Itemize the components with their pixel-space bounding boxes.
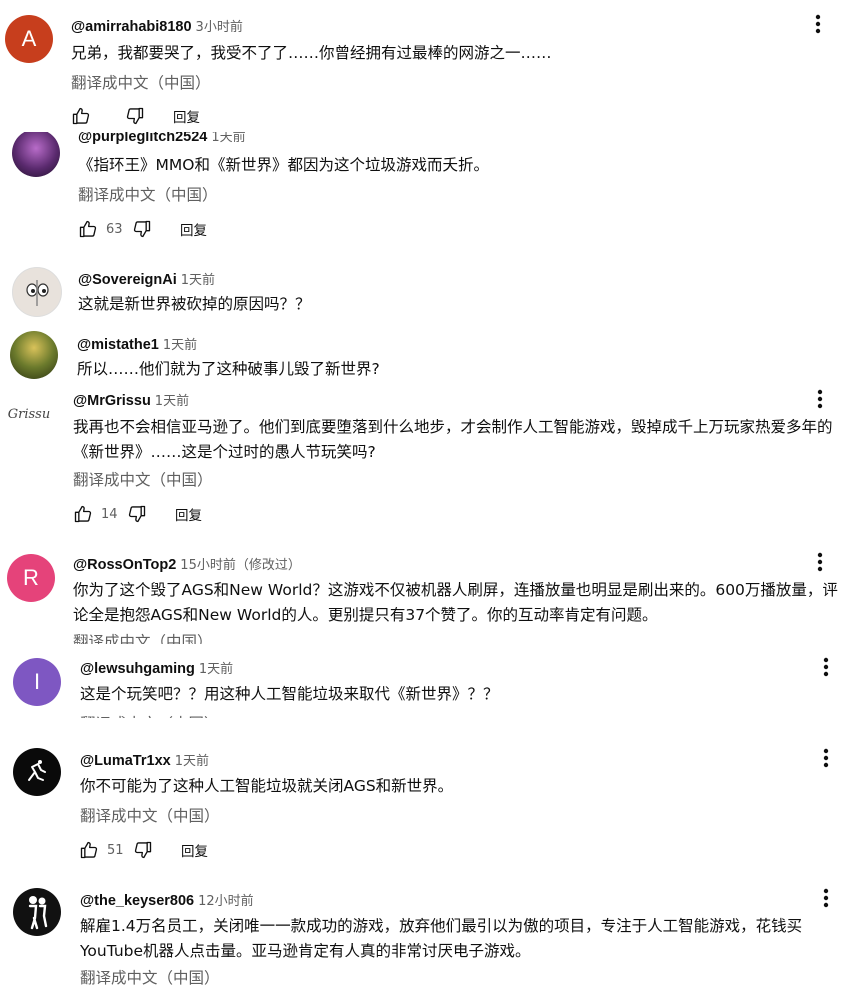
translate-link[interactable]: 翻译成中文（中国） [80, 712, 220, 718]
comment-author[interactable]: @the_keyser806 [80, 893, 194, 909]
figure-silhouette-icon [28, 896, 48, 930]
comment-time[interactable]: 1天前 [163, 338, 197, 353]
comment-author[interactable]: @RossOnTop2 [73, 557, 176, 573]
runner-icon [28, 760, 46, 781]
comment-text: 所以……他们就为了这种破事儿毁了新世界? [77, 360, 380, 378]
reply-button[interactable]: 回复 [181, 840, 208, 860]
like-count: 14 [101, 506, 118, 522]
reply-button[interactable]: 回复 [175, 504, 202, 524]
reply-button[interactable]: 回复 [180, 219, 207, 239]
comment-actions: 51 回复 [77, 838, 208, 862]
dislike-icon[interactable] [131, 838, 155, 862]
comment-author[interactable]: @SovereignAi [78, 272, 177, 288]
comment-3: @mistathe1 1天前 所以……他们就为了这种破事儿毁了新世界? [0, 326, 854, 382]
like-count: 51 [107, 842, 124, 858]
comment-6: I @lewsuhgaming 1天前 这是个玩笑吧？？用这种人工智能垃圾来取代《… [0, 650, 854, 718]
comment-text: 兄弟，我都要哭了，我受不了了……你曾经拥有过最棒的网游之一…… [71, 44, 552, 62]
comment-actions: 63 回复 [76, 217, 207, 241]
more-actions-icon[interactable] [806, 12, 830, 36]
translate-link[interactable]: 翻译成中文（中国） [73, 630, 213, 644]
comment-author[interactable]: @lewsuhgaming [80, 661, 195, 677]
avatar[interactable]: R [7, 554, 55, 602]
comment-text: 《指环王》MMO和《新世界》都因为这个垃圾游戏而夭折。 [78, 156, 489, 174]
comment-text: 这是个玩笑吧？？用这种人工智能垃圾来取代《新世界》？？ [80, 685, 499, 703]
more-actions-icon[interactable] [814, 886, 838, 910]
like-icon[interactable] [77, 838, 101, 862]
comment-author[interactable]: @amirrahabi8180 [71, 19, 192, 35]
translate-link[interactable]: 翻译成中文（中国） [78, 183, 218, 205]
avatar-letter: I [33, 669, 41, 694]
comment-time[interactable]: 3小时前 [196, 20, 243, 35]
avatar-letter: R [23, 565, 39, 590]
more-actions-icon[interactable] [808, 387, 832, 411]
comment-author[interactable]: @purpleglitch2524 [78, 132, 207, 145]
avatar-letter: A [21, 26, 37, 51]
comment-text: 这就是新世界被砍掉的原因吗？？ [78, 295, 311, 313]
translate-link[interactable]: 翻译成中文（中国） [73, 468, 213, 490]
comment-text: 我再也不会相信亚马逊了。他们到底要堕落到什么地步，才会制作人工智能游戏，毁掉成千… [73, 418, 833, 461]
comment-1: @purpleglitch2524 1天前 《指环王》MMO和《新世界》都因为这个… [0, 132, 854, 250]
dislike-icon[interactable] [125, 502, 149, 526]
comment-4: Grissu @MrGrissu 1天前 我再也不会相信亚马逊了。他们到底要堕落到… [0, 382, 854, 536]
translate-link[interactable]: 翻译成中文（中国） [80, 804, 220, 826]
more-actions-icon[interactable] [808, 550, 832, 574]
comment-text: 你为了这个毁了AGS和New World？这游戏不仅被机器人刷屏，连播放量也明显… [73, 581, 838, 624]
comment-time[interactable]: 15小时前（修改过） [180, 558, 301, 573]
comment-author[interactable]: @MrGrissu [73, 393, 151, 409]
comment-text: 你不可能为了这种人工智能垃圾就关闭AGS和新世界。 [80, 777, 454, 795]
avatar-signature: Grissu [7, 406, 51, 422]
avatar[interactable] [13, 748, 61, 796]
dislike-icon[interactable] [130, 217, 154, 241]
avatar[interactable] [10, 331, 58, 379]
comment-actions: 回复 [69, 104, 200, 128]
like-icon[interactable] [71, 502, 95, 526]
like-icon[interactable] [69, 104, 93, 128]
more-actions-icon[interactable] [814, 746, 838, 770]
comment-actions: 14 回复 [71, 502, 202, 526]
avatar[interactable]: Grissu [5, 390, 53, 438]
avatar[interactable] [12, 267, 62, 317]
comment-2: @SovereignAi 1天前 这就是新世界被砍掉的原因吗？？ [0, 262, 854, 324]
comment-time[interactable]: 12小时前 [198, 894, 254, 909]
more-actions-icon[interactable] [814, 655, 838, 679]
comment-author[interactable]: @LumaTr1xx [80, 753, 171, 769]
avatar[interactable]: I [13, 658, 61, 706]
translate-link[interactable]: 翻译成中文（中国） [71, 71, 211, 93]
comment-author[interactable]: @mistathe1 [77, 337, 159, 353]
reply-button[interactable]: 回复 [173, 106, 200, 126]
comment-time[interactable]: 1天前 [199, 662, 233, 677]
comment-0: A @amirrahabi8180 3小时前 兄弟，我都要哭了，我受不了了……你曾… [0, 0, 854, 132]
avatar[interactable]: A [5, 15, 53, 63]
paperclip-face-icon [26, 280, 49, 306]
comment-text: 解雇1.4万名员工，关闭唯一一款成功的游戏，放弃他们最引以为傲的项目，专注于人工… [80, 917, 803, 960]
comment-time[interactable]: 1天前 [175, 754, 209, 769]
dislike-icon[interactable] [123, 104, 147, 128]
comment-7: @LumaTr1xx 1天前 你不可能为了这种人工智能垃圾就关闭AGS和新世界。 … [0, 740, 854, 870]
like-count: 63 [106, 221, 123, 237]
comment-time[interactable]: 1天前 [155, 394, 189, 409]
avatar[interactable] [12, 132, 60, 177]
like-icon[interactable] [76, 217, 100, 241]
comment-time[interactable]: 1天前 [181, 273, 215, 288]
comment-time[interactable]: 1天前 [211, 132, 245, 145]
translate-link[interactable]: 翻译成中文（中国） [80, 966, 220, 988]
avatar[interactable] [13, 888, 61, 936]
comment-5: R @RossOnTop2 15小时前（修改过） 你为了这个毁了AGS和New W… [0, 546, 854, 644]
comment-8: @the_keyser806 12小时前 解雇1.4万名员工，关闭唯一一款成功的游… [0, 880, 854, 1001]
